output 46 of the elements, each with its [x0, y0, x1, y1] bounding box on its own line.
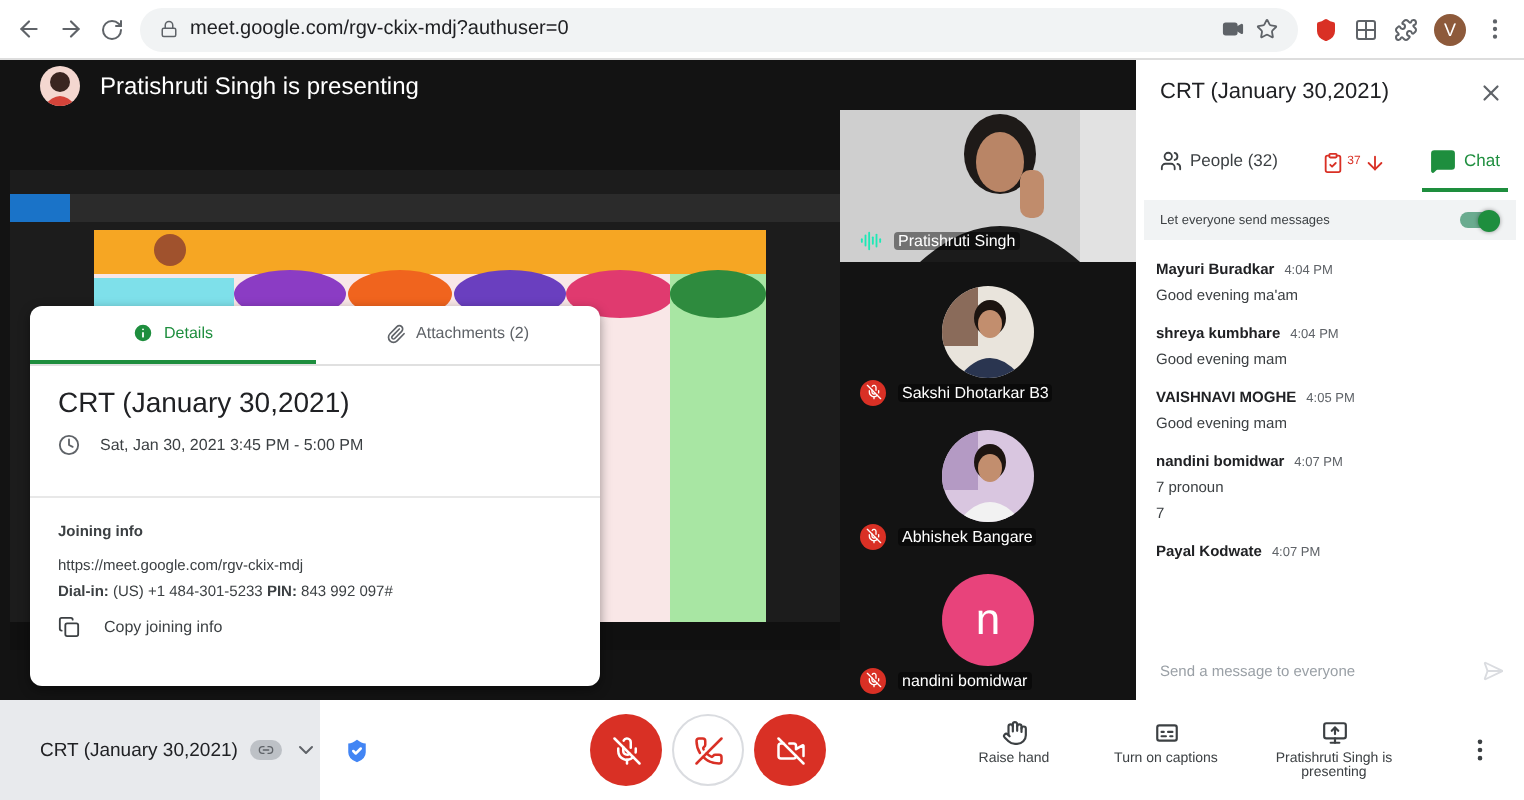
arrow-down-icon[interactable] — [1364, 151, 1387, 173]
hang-up-button[interactable] — [672, 714, 744, 786]
grid-icon[interactable] — [1354, 17, 1378, 41]
captions-icon — [1153, 720, 1179, 746]
phone-icon — [693, 735, 723, 765]
copy-icon — [58, 616, 80, 638]
panel-tab[interactable]: People (32) — [1152, 132, 1286, 192]
participant-name: Sakshi Dhotarkar B3 — [898, 383, 1053, 401]
copy-button[interactable]: Copy joining info — [30, 608, 600, 646]
microphone-off-icon — [611, 735, 641, 765]
back-button[interactable] — [16, 16, 42, 42]
info-icon — [132, 322, 155, 344]
lock-icon — [160, 20, 178, 38]
close-button[interactable] — [1478, 79, 1504, 105]
panel-tab[interactable]: Chat — [1422, 132, 1508, 192]
camera-button[interactable] — [754, 714, 826, 786]
people-icon — [1160, 149, 1182, 171]
card-tab[interactable]: Details — [30, 306, 315, 364]
meeting-time: Sat, Jan 30, 2021 3:45 PM - 5:00 PM — [100, 436, 364, 454]
reload-button[interactable] — [100, 17, 124, 41]
meeting-title: CRT (January 30,2021) — [56, 384, 352, 422]
card-tab[interactable]: Attachments (2) — [315, 306, 600, 364]
camera-icon[interactable] — [1222, 18, 1244, 40]
profile-avatar[interactable]: V — [1434, 13, 1466, 45]
paperclip-icon — [386, 323, 407, 343]
presenter-text: Pratishruti Singh is presenting — [100, 71, 419, 99]
meeting-title[interactable]: CRT (January 30,2021) — [40, 739, 238, 761]
puzzle-icon[interactable] — [1394, 17, 1418, 41]
panel-title: CRT (January 30,2021) — [1160, 80, 1390, 104]
chat-icon — [1430, 147, 1457, 173]
toggle-switch[interactable] — [1460, 212, 1500, 228]
present-icon — [1321, 720, 1347, 746]
address-bar[interactable]: meet.google.com/rgv-ckix-mdj?authuser=0 — [140, 7, 1298, 51]
clipboard-check-icon[interactable] — [1321, 151, 1344, 173]
avatar — [40, 65, 80, 105]
participant-name: nandini bomidwar — [898, 671, 1032, 689]
star-icon[interactable] — [1256, 18, 1278, 40]
attachment-icon[interactable] — [249, 740, 282, 760]
clock-icon — [58, 434, 80, 456]
hand-icon — [1001, 720, 1027, 746]
forward-button[interactable] — [58, 16, 84, 42]
microphone-button[interactable] — [590, 714, 662, 786]
participant-name: Abhishek Bangare — [898, 527, 1037, 545]
shield-icon[interactable] — [1314, 17, 1338, 41]
camera-off-icon — [775, 735, 805, 765]
participant-avatar: n — [942, 574, 1034, 666]
